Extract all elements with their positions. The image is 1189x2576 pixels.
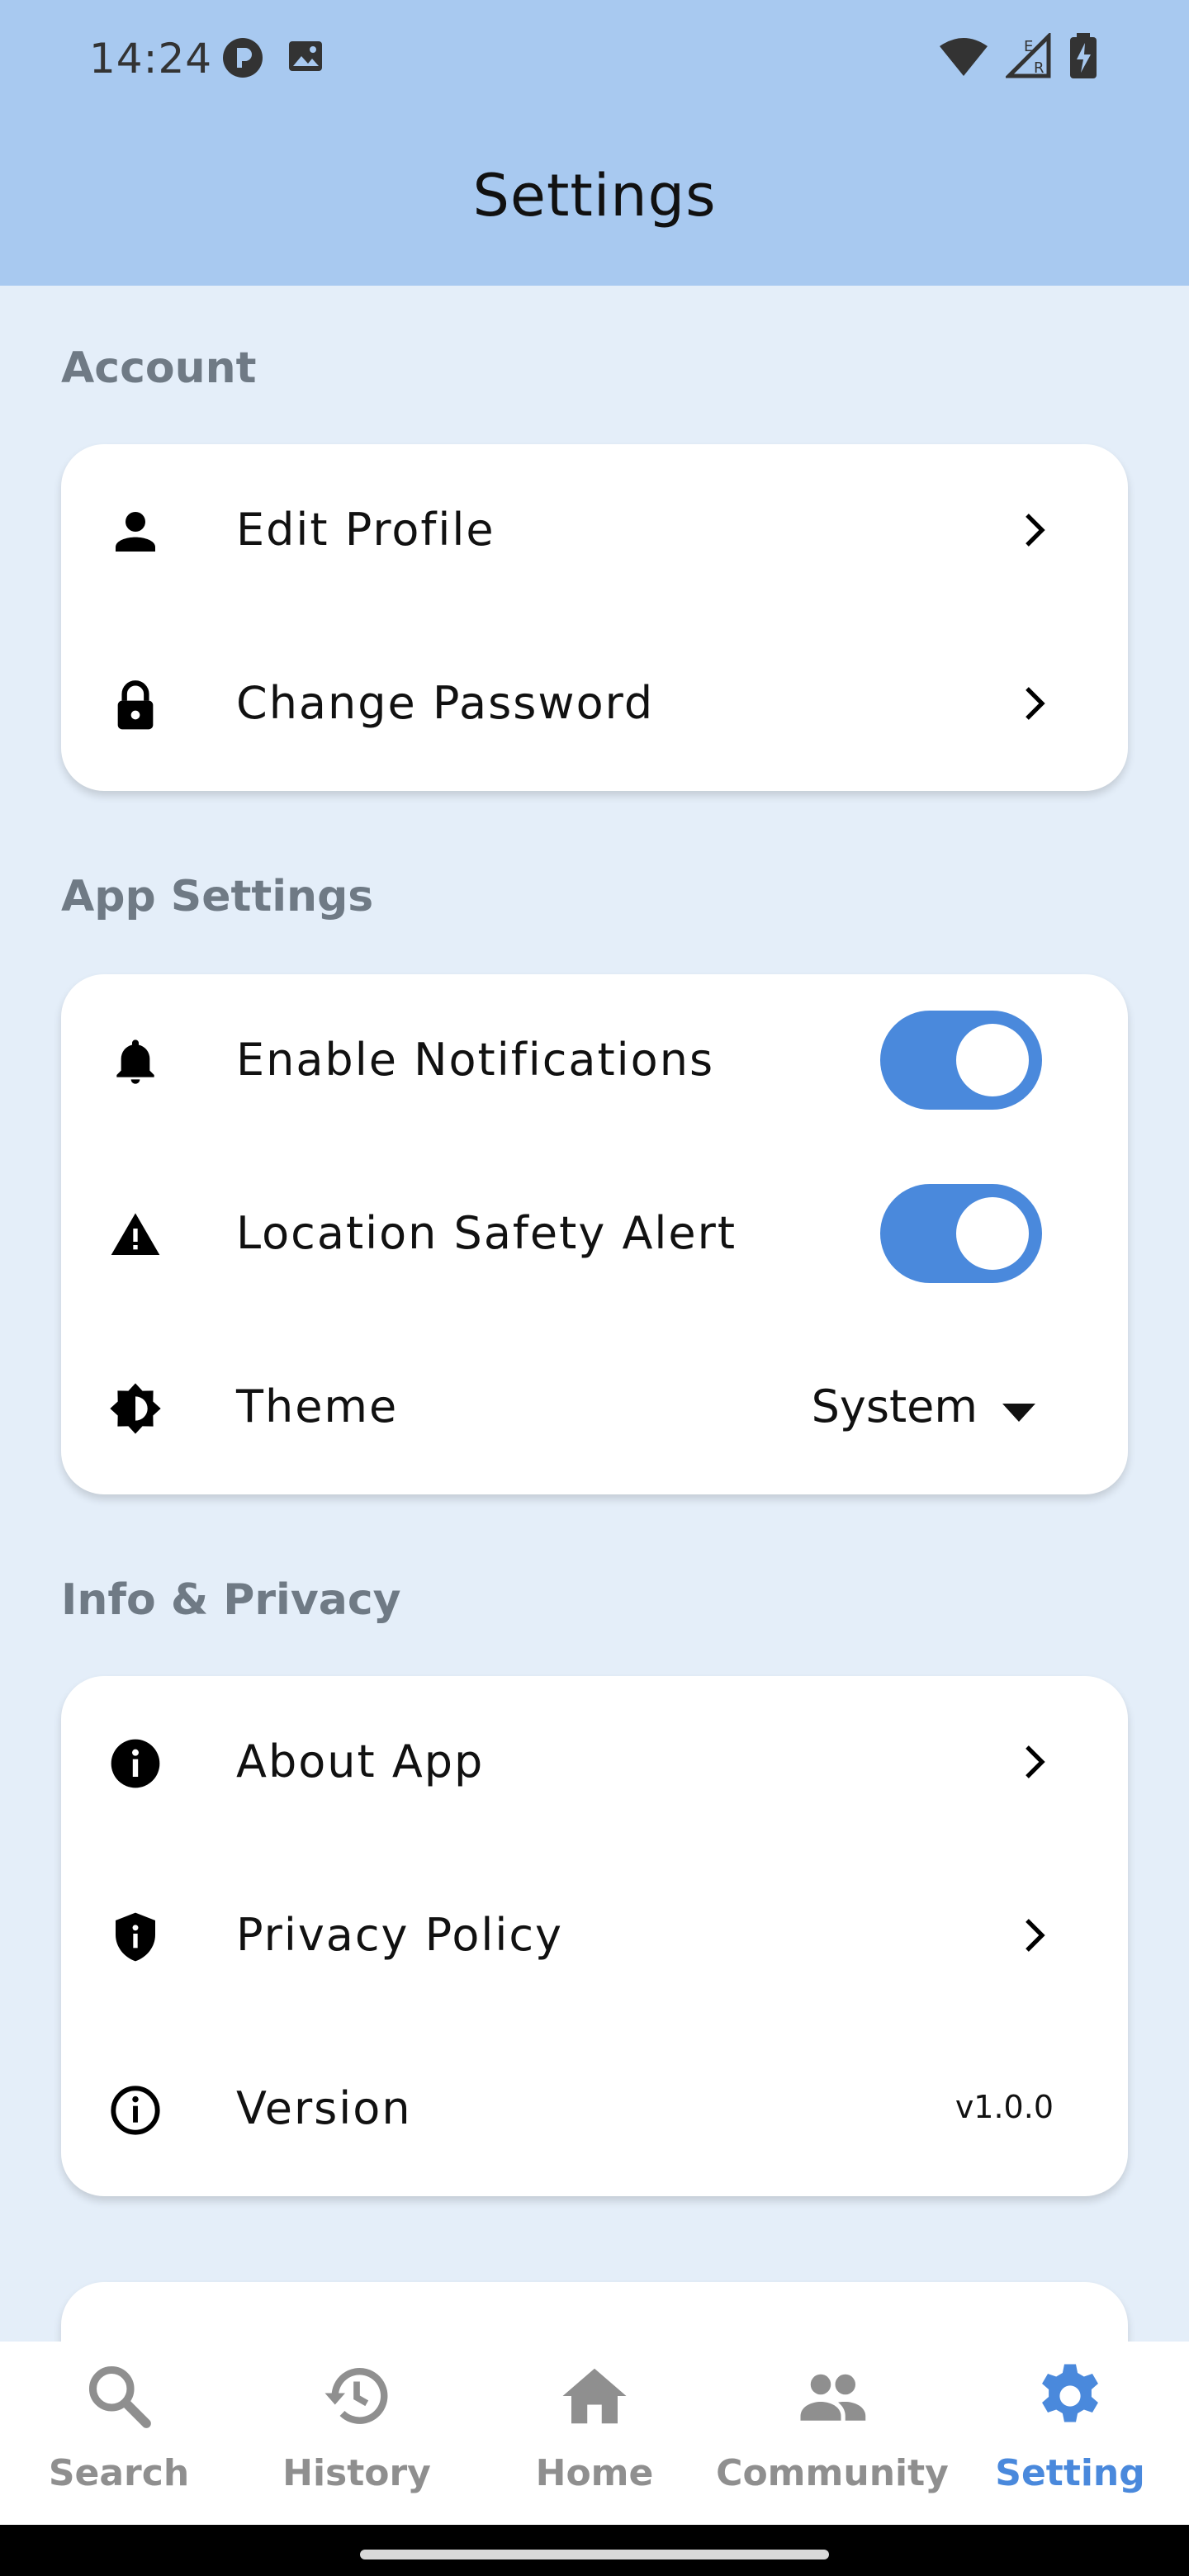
info-outline-icon — [111, 2086, 160, 2135]
version-row: Version v1.0.0 — [61, 2023, 1128, 2196]
toggle-knob — [956, 1024, 1029, 1096]
search-icon — [88, 2365, 151, 2428]
nav-label-home: Home — [535, 2452, 654, 2494]
wifi-icon — [940, 38, 988, 76]
nav-label-community: Community — [716, 2452, 949, 2494]
signal-icon: E R — [1006, 33, 1051, 78]
theme-dropdown-value[interactable]: System — [812, 1380, 978, 1432]
gear-icon — [1042, 2364, 1098, 2422]
nav-item-community[interactable]: Community — [713, 2342, 951, 2525]
shield-icon — [116, 1912, 155, 1962]
dropdown-arrow-icon[interactable] — [1002, 1404, 1035, 1422]
version-label: Version — [236, 2082, 412, 2134]
version-value: v1.0.0 — [955, 2089, 1054, 2125]
nav-item-home[interactable]: Home — [476, 2342, 713, 2525]
person-icon — [116, 512, 155, 552]
change-password-label: Change Password — [236, 677, 655, 729]
page-title: Settings — [472, 162, 717, 230]
lock-icon — [117, 680, 154, 730]
enable-notifications-label: Enable Notifications — [236, 1034, 715, 1086]
nav-item-setting[interactable]: Setting — [951, 2342, 1189, 2525]
bottom-navigation: Search History Home Community Setting — [0, 2342, 1189, 2525]
chevron-right-icon — [1026, 687, 1045, 720]
gesture-handle[interactable] — [360, 2550, 829, 2559]
status-time: 14:24 — [89, 35, 213, 83]
privacy-policy-label: Privacy Policy — [236, 1909, 564, 1961]
location-safety-alert-label: Location Safety Alert — [236, 1207, 737, 1259]
app-settings-card: Enable Notifications Location Safety Ale… — [61, 974, 1128, 1494]
system-navigation-bar — [0, 2525, 1189, 2576]
warning-icon — [111, 1213, 160, 1255]
section-label-info-privacy: Info & Privacy — [61, 1575, 401, 1625]
toggle-knob — [956, 1197, 1029, 1270]
image-notification-icon — [289, 41, 322, 71]
status-icons-left — [221, 36, 325, 79]
theme-row[interactable]: Theme System — [61, 1321, 1128, 1494]
enable-notifications-row: Enable Notifications — [61, 974, 1128, 1148]
chevron-right-icon — [1026, 514, 1045, 547]
section-label-app-settings: App Settings — [61, 872, 374, 921]
battery-charging-icon — [1070, 33, 1097, 78]
home-icon — [562, 2368, 627, 2424]
nav-label-setting: Setting — [995, 2452, 1145, 2494]
theme-label: Theme — [236, 1380, 399, 1432]
status-icons-right: E R — [938, 33, 1098, 79]
chevron-right-icon — [1026, 1745, 1045, 1778]
section-label-account: Account — [61, 343, 257, 393]
nav-label-search: Search — [48, 2452, 190, 2494]
about-app-label: About App — [236, 1735, 485, 1788]
nav-item-search[interactable]: Search — [0, 2342, 238, 2525]
brightness-icon — [110, 1383, 161, 1434]
app-header: 14:24 E R Settings — [0, 0, 1189, 286]
change-password-row[interactable]: Change Password — [61, 618, 1128, 791]
app-notification-icon — [223, 38, 263, 78]
privacy-policy-row[interactable]: Privacy Policy — [61, 1849, 1128, 2023]
edit-profile-row[interactable]: Edit Profile — [61, 444, 1128, 618]
notifications-toggle[interactable] — [880, 1011, 1042, 1110]
account-card: Edit Profile Change Password — [61, 444, 1128, 791]
location-safety-alert-row: Location Safety Alert — [61, 1148, 1128, 1321]
edit-profile-label: Edit Profile — [236, 504, 495, 556]
about-app-row[interactable]: About App — [61, 1676, 1128, 1849]
history-icon — [324, 2368, 388, 2424]
info-filled-icon — [111, 1739, 160, 1788]
chevron-right-icon — [1026, 1919, 1045, 1952]
bell-icon — [116, 1039, 154, 1084]
location-safety-toggle[interactable] — [880, 1184, 1042, 1283]
svg-text:R: R — [1034, 59, 1045, 77]
people-icon — [800, 2374, 866, 2421]
nav-label-history: History — [282, 2452, 431, 2494]
nav-item-history[interactable]: History — [238, 2342, 476, 2525]
svg-text:E: E — [1024, 38, 1033, 55]
info-privacy-card: About App Privacy Policy Version v1.0.0 — [61, 1676, 1128, 2196]
